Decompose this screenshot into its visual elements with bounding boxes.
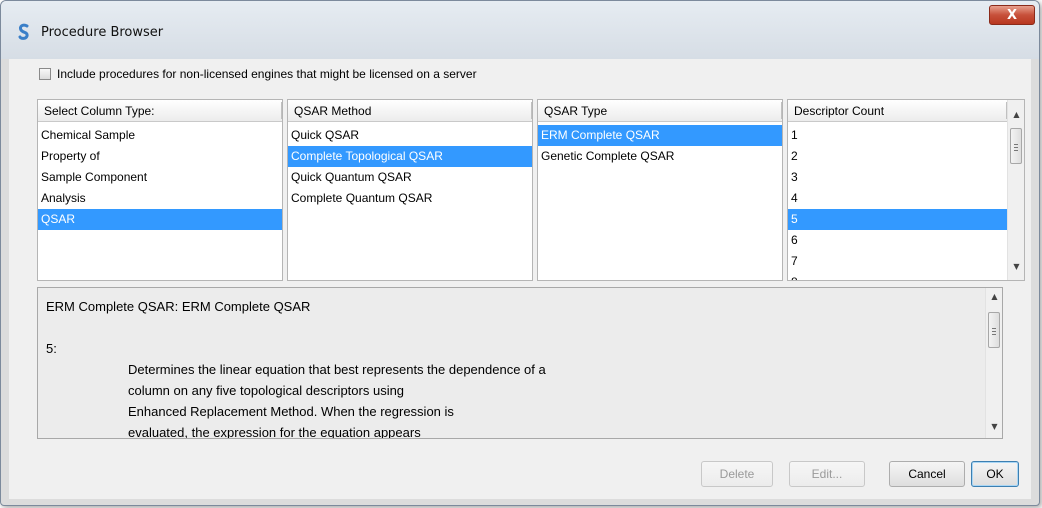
scroll-up-arrow-icon[interactable]: ▲	[986, 292, 1002, 301]
qsar-type-header-label: QSAR Type	[544, 104, 608, 118]
list-item[interactable]: 8	[788, 272, 1007, 280]
list-item[interactable]: 2	[788, 146, 1007, 167]
list-item[interactable]: 6	[788, 230, 1007, 251]
description-body-line: column on any five topological descripto…	[128, 383, 405, 398]
description-body-line: Determines the linear equation that best…	[128, 362, 546, 377]
list-item[interactable]: Quick Quantum QSAR	[288, 167, 532, 188]
list-item[interactable]: Complete Topological QSAR	[288, 146, 532, 167]
close-icon: X	[1006, 8, 1018, 23]
description-text: ERM Complete QSAR: ERM Complete QSAR 5: …	[46, 296, 986, 439]
description-scrollbar[interactable]: ▲ ▼	[985, 288, 1002, 438]
scroll-down-arrow-icon[interactable]: ▼	[1008, 262, 1024, 271]
list-item[interactable]: QSAR	[38, 209, 282, 230]
scrollbar-thumb[interactable]	[1010, 128, 1022, 164]
list-item[interactable]: Genetic Complete QSAR	[538, 146, 782, 167]
list-item[interactable]: Sample Component	[38, 167, 282, 188]
list-item[interactable]: Complete Quantum QSAR	[288, 188, 532, 209]
dialog-body: Include procedures for non-licensed engi…	[9, 59, 1031, 499]
column-type-header-label: Select Column Type:	[44, 104, 155, 118]
list-item[interactable]: 7	[788, 251, 1007, 272]
list-item[interactable]: Quick QSAR	[288, 125, 532, 146]
column-type-header[interactable]: Select Column Type:	[38, 100, 282, 122]
cancel-button[interactable]: Cancel	[889, 461, 965, 487]
descriptor-count-items: 12345678	[788, 122, 1007, 280]
delete-button[interactable]: Delete	[701, 461, 773, 487]
procedure-browser-window: Procedure Browser X Include procedures f…	[0, 0, 1040, 506]
qsar-type-items: ERM Complete QSAR Genetic Complete QSAR	[538, 122, 782, 167]
qsar-method-items: Quick QSAR Complete Topological QSAR Quick…	[288, 122, 532, 209]
descriptor-count-header[interactable]: Descriptor Count	[788, 100, 1007, 122]
app-logo-icon	[18, 23, 29, 40]
list-item[interactable]: ERM Complete QSAR	[538, 125, 782, 146]
include-nonlicensed-checkbox[interactable]	[39, 68, 51, 80]
procedure-description[interactable]: ERM Complete QSAR: ERM Complete QSAR 5: …	[37, 287, 1003, 439]
description-body-line: evaluated, the expression for the equati…	[128, 425, 421, 439]
edit-button[interactable]: Edit...	[789, 461, 865, 487]
descriptor-count-scrollbar[interactable]: ▲ ▼	[1007, 100, 1024, 280]
descriptor-count-list[interactable]: Descriptor Count 12345678 ▲ ▼	[787, 99, 1025, 281]
list-item[interactable]: Property of	[38, 146, 282, 167]
column-type-items: Chemical Sample Property of Sample Compone…	[38, 122, 282, 230]
close-button[interactable]: X	[989, 5, 1035, 25]
qsar-type-list[interactable]: QSAR Type ERM Complete QSAR Genetic Compl…	[537, 99, 783, 281]
list-item[interactable]: Chemical Sample	[38, 125, 282, 146]
description-heading: ERM Complete QSAR: ERM Complete QSAR	[46, 299, 311, 314]
qsar-method-header-label: QSAR Method	[294, 104, 372, 118]
qsar-method-list[interactable]: QSAR Method Quick QSAR Complete Topologic…	[287, 99, 533, 281]
scroll-up-arrow-icon[interactable]: ▲	[1008, 110, 1024, 119]
scroll-down-arrow-icon[interactable]: ▼	[986, 422, 1002, 431]
list-item[interactable]: Analysis	[38, 188, 282, 209]
window-title: Procedure Browser	[41, 25, 164, 40]
qsar-type-header[interactable]: QSAR Type	[538, 100, 782, 122]
title-bar: Procedure Browser X	[1, 1, 1039, 59]
list-item[interactable]: 4	[788, 188, 1007, 209]
list-item[interactable]: 1	[788, 125, 1007, 146]
scrollbar-thumb[interactable]	[988, 312, 1000, 348]
qsar-method-header[interactable]: QSAR Method	[288, 100, 532, 122]
include-nonlicensed-label: Include procedures for non-licensed engi…	[57, 67, 477, 81]
list-item[interactable]: 5	[788, 209, 1007, 230]
description-count-label: 5:	[46, 341, 57, 356]
ok-button[interactable]: OK	[971, 461, 1019, 487]
list-item[interactable]: 3	[788, 167, 1007, 188]
descriptor-count-header-label: Descriptor Count	[794, 104, 885, 118]
column-type-list[interactable]: Select Column Type: Chemical Sample Prope…	[37, 99, 283, 281]
description-body-line: Enhanced Replacement Method. When the re…	[128, 404, 454, 419]
